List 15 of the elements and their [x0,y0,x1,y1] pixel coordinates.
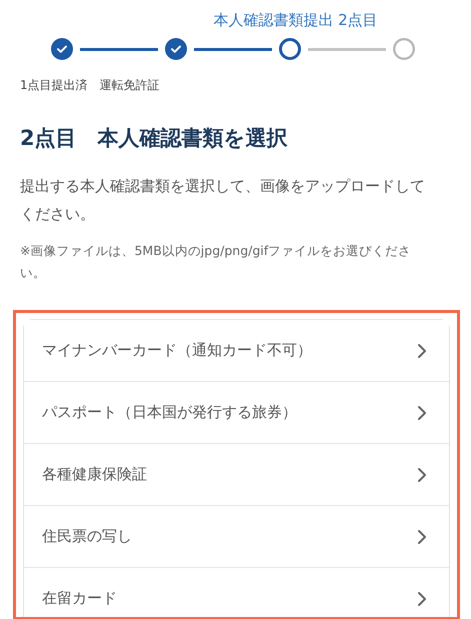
document-option[interactable]: マイナンバーカード（通知カード不可） [24,320,449,382]
step-indicator [393,38,415,60]
description-text: 提出する本人確認書類を選択して、画像をアップロードしてください。 [20,176,426,225]
chevron-right-icon [417,342,427,358]
submitted-note: 1点目提出済 運転免許証 [20,77,161,94]
chevron-right-icon [417,466,427,482]
chevron-right-icon [417,528,427,544]
file-note: ※画像ファイルは、5MB以内のjpg/png/gifファイルをお選びください。 [20,242,412,282]
page-heading: 2点目 本人確認書類を選択 [20,125,289,152]
chevron-right-icon [417,404,427,420]
step-indicator [51,38,73,60]
step-indicator [279,38,301,60]
step-label: 本人確認書類提出 2点目 [213,10,378,31]
step-indicator [165,38,187,60]
chevron-right-icon [417,590,427,606]
